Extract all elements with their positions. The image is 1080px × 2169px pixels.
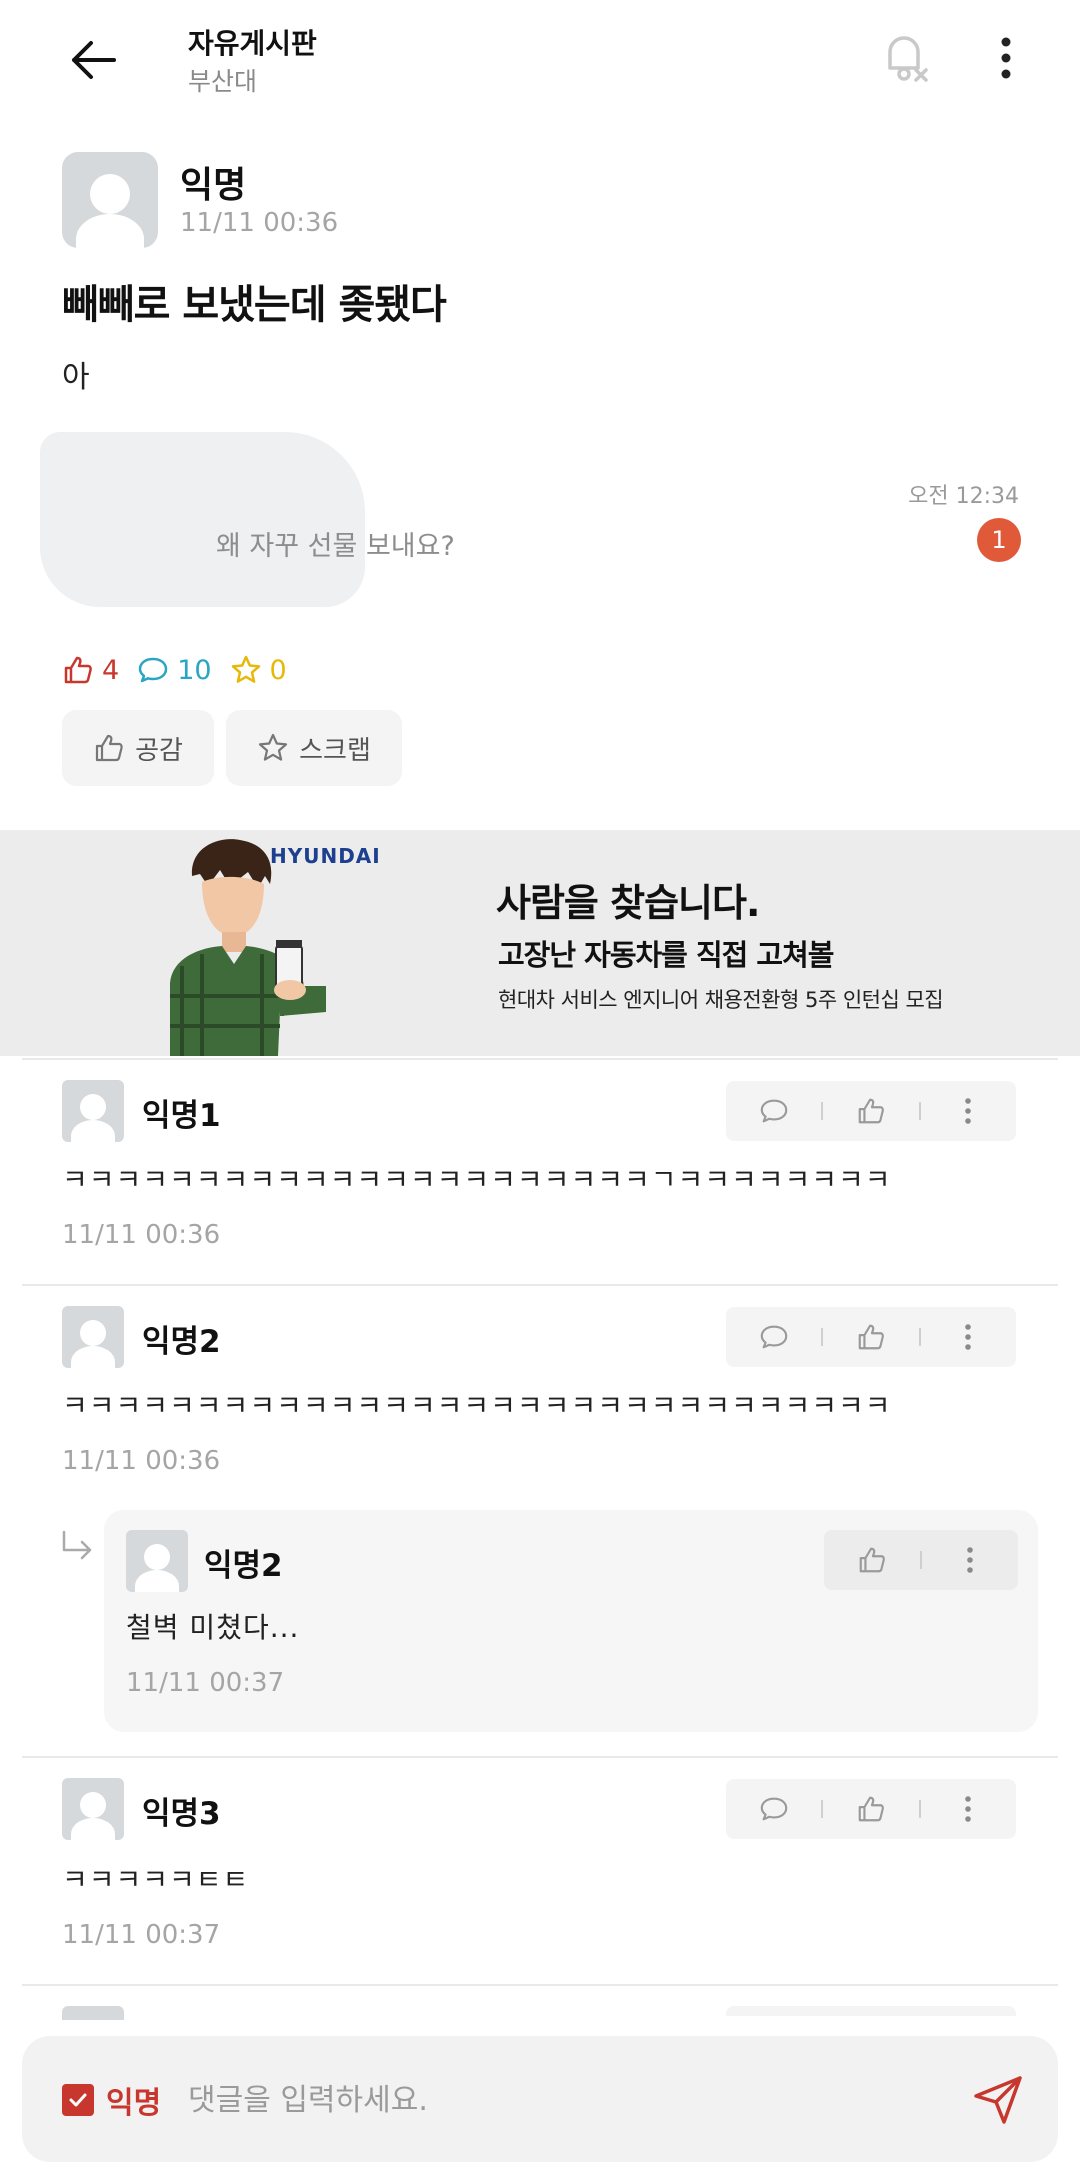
empathy-button-label: 공감 bbox=[135, 735, 183, 766]
post-attached-image[interactable]: 오전 12:34 왜 자꾸 선물 보내요? 1 bbox=[40, 432, 1025, 612]
image-unread-badge: 1 bbox=[977, 518, 1021, 562]
post-body: 아 bbox=[62, 360, 90, 395]
reply-arrow-icon bbox=[58, 1528, 98, 1568]
comment-more-icon[interactable] bbox=[921, 1307, 1016, 1367]
comment-count-value: 10 bbox=[177, 654, 212, 686]
post-title: 빼빼로 보냈는데 좆됐다 bbox=[62, 282, 447, 328]
reply-author: 익명2 bbox=[204, 1548, 283, 1584]
comment-author: 익명3 bbox=[142, 1796, 221, 1832]
reply-comment: 익명2 철벽 미쳤다... 11/11 00:37 bbox=[104, 1510, 1038, 1732]
comment-actions bbox=[726, 1081, 1016, 1141]
like-comment-icon[interactable] bbox=[823, 1307, 918, 1367]
comment-avatar bbox=[62, 1778, 124, 1840]
reply-icon[interactable] bbox=[726, 1081, 821, 1141]
comment-count: 10 bbox=[137, 654, 212, 686]
comment-time: 11/11 00:36 bbox=[62, 1446, 221, 1476]
reply-more-icon[interactable] bbox=[922, 1530, 1018, 1590]
board-title: 자유게시판 bbox=[188, 27, 317, 60]
comment-input-bar: 익명 bbox=[22, 2036, 1058, 2162]
comment-avatar bbox=[62, 1080, 124, 1142]
star-icon bbox=[231, 655, 260, 683]
scrap-count: 0 bbox=[230, 654, 287, 686]
ad-brand-logo: HYUNDAI bbox=[270, 844, 381, 868]
thumbs-up-icon bbox=[95, 734, 123, 762]
post-timestamp: 11/11 00:36 bbox=[180, 208, 339, 238]
scrap-count-value: 0 bbox=[269, 654, 287, 686]
comment-time: 11/11 00:37 bbox=[62, 1920, 221, 1950]
ad-illustration-person bbox=[170, 839, 326, 1056]
blurred-region bbox=[40, 432, 365, 607]
comment-input[interactable] bbox=[188, 2072, 968, 2128]
comment-more-icon[interactable] bbox=[921, 1779, 1016, 1839]
post-author-name: 익명 bbox=[180, 165, 247, 206]
more-options-icon[interactable] bbox=[984, 26, 1028, 90]
comment-divider bbox=[22, 1756, 1058, 1758]
like-comment-icon[interactable] bbox=[823, 1081, 918, 1141]
comment-text: ㅋㅋㅋㅋㅋㅋㅋㅋㅋㅋㅋㅋㅋㅋㅋㅋㅋㅋㅋㅋㅋㅋㅋㅋㅋㅋㅋㅋㅋㅋㅋ bbox=[62, 1389, 892, 1422]
image-message-text: 왜 자꾸 선물 보내요? bbox=[216, 531, 455, 562]
anonymous-checkbox[interactable] bbox=[62, 2084, 94, 2116]
scrap-button-label: 스크랩 bbox=[299, 735, 371, 766]
comment-divider bbox=[22, 1058, 1058, 1060]
reply-time: 11/11 00:37 bbox=[126, 1668, 285, 1698]
ad-subheadline: 고장난 자동차를 직접 고쳐볼 bbox=[498, 938, 834, 972]
comment-author: 익명2 bbox=[142, 1324, 221, 1360]
like-count: 4 bbox=[62, 654, 119, 686]
school-name: 부산대 bbox=[188, 67, 258, 96]
comment-more-icon[interactable] bbox=[921, 1081, 1016, 1141]
comment-divider bbox=[22, 1984, 1058, 1986]
comment-actions bbox=[726, 1779, 1016, 1839]
check-icon bbox=[69, 2093, 87, 2107]
back-arrow-icon[interactable] bbox=[62, 28, 126, 92]
ad-banner[interactable]: HYUNDAI 사람을 찾습니다. 고장난 자동차를 직접 고쳐볼 현대차 서비… bbox=[0, 830, 1080, 1056]
anonymous-label[interactable]: 익명 bbox=[106, 2078, 161, 2122]
notification-off-icon[interactable] bbox=[872, 26, 936, 90]
comment-avatar bbox=[62, 1306, 124, 1368]
like-reply-icon[interactable] bbox=[824, 1530, 920, 1590]
app-header: 자유게시판 부산대 bbox=[0, 0, 1080, 120]
comment-actions bbox=[726, 2006, 1016, 2016]
empathy-button[interactable]: 공감 bbox=[62, 710, 214, 786]
reply-icon[interactable] bbox=[726, 1307, 821, 1367]
send-icon[interactable] bbox=[968, 2070, 1028, 2130]
comment-text: ㅋㅋㅋㅋㅋㅌㅌ bbox=[62, 1863, 250, 1896]
comment-avatar bbox=[62, 2006, 124, 2020]
reply-icon[interactable] bbox=[726, 1779, 821, 1839]
comment-actions bbox=[726, 1307, 1016, 1367]
star-icon bbox=[259, 733, 288, 761]
thumbs-up-icon bbox=[64, 656, 92, 684]
ad-detail: 현대차 서비스 엔지니어 채용전환형 5주 인턴십 모집 bbox=[498, 988, 944, 1012]
post-author-avatar bbox=[62, 152, 158, 248]
comment-time: 11/11 00:36 bbox=[62, 1220, 221, 1250]
scrap-button[interactable]: 스크랩 bbox=[226, 710, 402, 786]
post-stats: 4 10 0 bbox=[62, 650, 287, 690]
speech-bubble-icon bbox=[138, 657, 168, 683]
comment-text: ㅋㅋㅋㅋㅋㅋㅋㅋㅋㅋㅋㅋㅋㅋㅋㅋㅋㅋㅋㅋㅋㅋㄱㅋㅋㅋㅋㅋㅋㅋㅋ bbox=[62, 1163, 892, 1196]
reply-text: 철벽 미쳤다... bbox=[126, 1611, 300, 1644]
like-count-value: 4 bbox=[102, 654, 120, 686]
ad-headline: 사람을 찾습니다. bbox=[496, 881, 760, 925]
comment-author: 익명1 bbox=[142, 1098, 221, 1134]
like-comment-icon[interactable] bbox=[823, 1779, 918, 1839]
reply-actions bbox=[824, 1530, 1018, 1590]
comment-divider bbox=[22, 1284, 1058, 1286]
reply-avatar bbox=[126, 1530, 188, 1592]
image-message-time: 오전 12:34 bbox=[908, 484, 1019, 509]
